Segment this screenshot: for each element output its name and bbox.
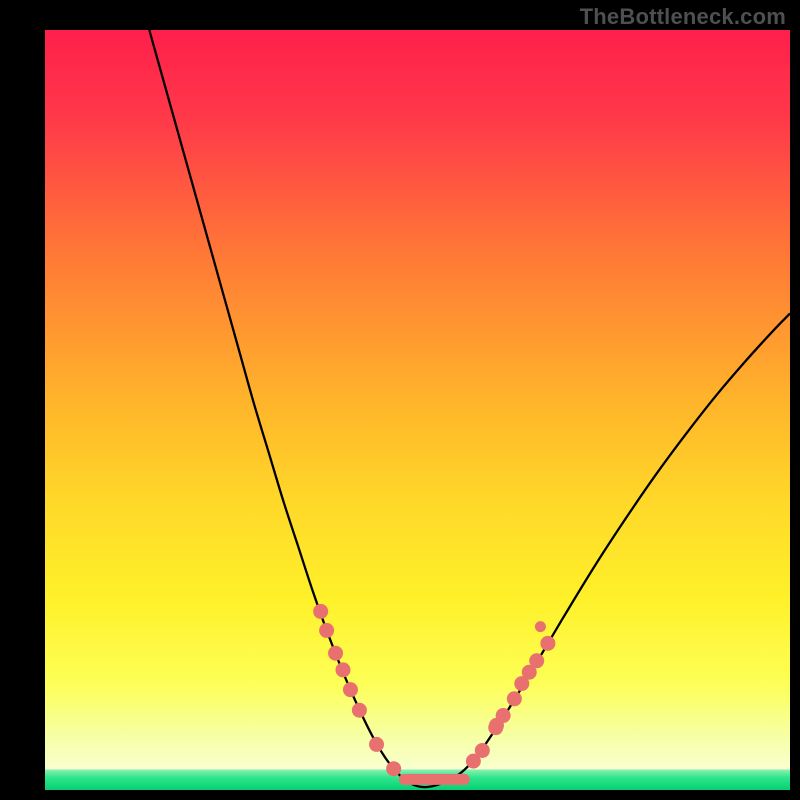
curve-marker [343,682,358,697]
curve-marker [507,691,522,706]
bottleneck-chart [0,0,800,800]
plot-area [45,30,790,790]
curve-marker [475,743,490,758]
curve-marker [496,708,511,723]
curve-marker [540,636,555,651]
curve-marker [369,737,384,752]
chart-frame: TheBottleneck.com [0,0,800,800]
watermark-text: TheBottleneck.com [580,4,786,30]
curve-marker [328,646,343,661]
curve-marker [336,662,351,677]
curve-marker [386,761,401,776]
curve-marker [535,621,546,632]
curve-marker [319,623,334,638]
curve-marker [352,703,367,718]
bottom-marker-segment [399,774,470,785]
curve-marker [529,653,544,668]
curve-marker [313,604,328,619]
